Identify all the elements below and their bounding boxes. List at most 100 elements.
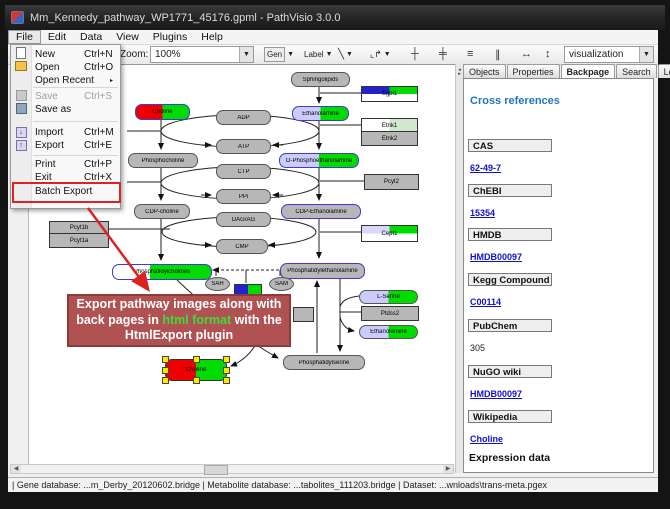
chevron-down-icon[interactable]: ▼ <box>287 51 294 58</box>
distribute-horizontal-icon[interactable]: ≡ <box>460 46 480 62</box>
link-cas[interactable]: 62-49-7 <box>470 163 501 173</box>
node-atp[interactable]: ATP <box>216 139 271 154</box>
label-tool-button[interactable]: Label <box>304 50 324 59</box>
distribute-vertical-icon[interactable]: ∥ <box>488 46 508 62</box>
chevron-down-icon[interactable]: ▼ <box>346 51 353 58</box>
menu-item-open[interactable]: Open Ctrl+O <box>11 61 120 73</box>
menu-plugins[interactable]: Plugins <box>146 30 194 44</box>
node-choline-selected[interactable]: Choline <box>165 359 227 381</box>
gene-ptdss2[interactable]: Ptdss2 <box>361 306 419 321</box>
align-center-y-icon[interactable]: ╪ <box>432 46 454 62</box>
link-kegg[interactable]: C00114 <box>470 297 501 307</box>
menu-item-open-recent[interactable]: Open Recent ▸ <box>11 74 120 86</box>
node-phosphatidylserine[interactable]: Phosphatidylserine <box>283 355 365 370</box>
menu-help[interactable]: Help <box>194 30 230 44</box>
batch-export-highlight-box <box>12 182 121 203</box>
submenu-arrow-icon: ▸ <box>110 77 120 84</box>
gene-pcyt2[interactable]: Pcyt2 <box>364 174 419 190</box>
node-phosphatidylethanolamine[interactable]: Phosphatidylethanolamine <box>280 263 365 279</box>
node-adp[interactable]: ADP <box>216 110 271 125</box>
selection-handle[interactable] <box>193 377 200 384</box>
zoom-label: Zoom: <box>120 46 148 62</box>
node-phosphocholine[interactable]: Phosphocholine <box>128 153 198 168</box>
section-chebi: ChEBI <box>468 184 552 197</box>
selection-handle[interactable] <box>162 356 169 363</box>
node-o-phosphoethanolamine[interactable]: O-Phosphoethanolamine <box>279 153 359 168</box>
node-sam[interactable]: SAM <box>269 277 294 291</box>
zoom-value: 100% <box>151 49 239 60</box>
menu-item-save[interactable]: Save Ctrl+S <box>11 90 120 102</box>
node-choline[interactable]: Choline <box>135 104 190 120</box>
menu-item-export[interactable]: ↑ Export Ctrl+E <box>11 139 120 151</box>
link-wikipedia[interactable]: Choline <box>470 434 503 444</box>
menu-separator <box>33 87 118 88</box>
section-hmdb: HMDB <box>468 228 552 241</box>
selection-handle[interactable] <box>162 367 169 374</box>
line-tool[interactable]: ╲▼ <box>338 46 353 62</box>
menu-item-print[interactable]: Print Ctrl+P <box>11 158 120 170</box>
app-frame: File Edit Data View Plugins Help Zoom: 1… <box>8 30 658 492</box>
gene-pcyt1a[interactable]: Pcyt1a <box>49 233 109 248</box>
tab-search[interactable]: Search <box>616 64 657 78</box>
zoom-combobox[interactable]: 100% ▼ <box>150 46 254 63</box>
gene-etnk2[interactable]: Etnk2 <box>361 131 418 146</box>
common-height-icon[interactable]: ↕ <box>538 46 558 62</box>
node-dag[interactable]: DAG/AG <box>216 212 271 227</box>
sidebar-tabs: Objects Properties Backpage Search Legen… <box>463 64 670 78</box>
node-sphingolipids[interactable]: Sphingolipids <box>291 72 350 87</box>
label-tool[interactable]: Label ▼ <box>304 46 333 62</box>
save-as-icon <box>11 103 31 116</box>
node-ppi[interactable]: PPi <box>216 189 271 204</box>
link-chebi[interactable]: 15354 <box>470 208 495 218</box>
menu-data[interactable]: Data <box>73 30 109 44</box>
menu-file[interactable]: File <box>8 30 41 44</box>
new-document-icon <box>11 47 31 61</box>
app-icon <box>11 11 24 24</box>
callout-highlight: html format <box>162 313 231 327</box>
connector-tool[interactable]: ⌞↱▼ <box>370 46 391 62</box>
node-ctp[interactable]: CTP <box>216 164 271 179</box>
chevron-down-icon[interactable]: ▼ <box>239 47 253 62</box>
tab-objects[interactable]: Objects <box>463 64 506 78</box>
menu-item-new[interactable]: New Ctrl+N <box>11 48 120 60</box>
menu-item-import[interactable]: ↓ Import Ctrl+M <box>11 126 120 138</box>
selection-handle[interactable] <box>193 356 200 363</box>
selection-handle[interactable] <box>223 367 230 374</box>
node-ethanolamine-2[interactable]: Ethanolamine <box>359 325 418 339</box>
save-icon <box>11 90 31 103</box>
link-nugo[interactable]: HMDB00097 <box>470 389 522 399</box>
node-ethanolamine[interactable]: Ethanolamine <box>292 106 349 121</box>
tab-properties[interactable]: Properties <box>507 64 560 78</box>
backpage-panel: Cross references CAS 62-49-7 ChEBI 15354… <box>463 78 654 473</box>
align-center-x-icon[interactable]: ┼ <box>404 46 426 62</box>
gene-node-button[interactable]: Gen <box>264 47 285 62</box>
tab-backpage[interactable]: Backpage <box>561 64 616 78</box>
scroll-left-icon[interactable]: ◀ <box>11 465 21 473</box>
title-bar[interactable]: Mm_Kennedy_pathway_WP1771_45176.gpml - P… <box>5 5 665 30</box>
node-cmp[interactable]: CMP <box>216 239 268 254</box>
selection-handle[interactable] <box>223 377 230 384</box>
gene-sgpl1[interactable]: Sgpl1 <box>361 86 418 102</box>
selection-handle[interactable] <box>223 356 230 363</box>
node-cdp-choline[interactable]: CDP-choline <box>134 204 190 219</box>
chevron-down-icon[interactable]: ▼ <box>384 51 391 58</box>
menu-view[interactable]: View <box>109 30 146 44</box>
gene-node-tool[interactable]: Gen ▼ <box>264 46 294 62</box>
common-width-icon[interactable]: ↔ <box>514 46 539 62</box>
link-hmdb[interactable]: HMDB00097 <box>470 252 522 262</box>
menu-edit[interactable]: Edit <box>41 30 73 44</box>
gene-box-partially-hidden-2[interactable] <box>293 307 314 322</box>
node-cdp-ethanolamine[interactable]: CDP-Ethanolamine <box>281 204 361 219</box>
chevron-down-icon[interactable]: ▼ <box>639 47 653 62</box>
gene-cept1[interactable]: Cept1 <box>361 225 418 242</box>
section-nugo: NuGO wiki <box>468 365 552 378</box>
menu-item-save-as[interactable]: Save as <box>11 103 120 115</box>
selection-handle[interactable] <box>162 377 169 384</box>
cross-references-heading: Cross references <box>470 95 560 107</box>
tab-legend[interactable]: Legend <box>658 64 670 78</box>
node-phosphatidylcholines[interactable]: Phosphatidylcholines <box>112 264 212 280</box>
node-sah[interactable]: SAH <box>205 277 230 291</box>
visualization-combobox[interactable]: visualization ▼ <box>564 46 654 63</box>
node-l-serine[interactable]: L-Serine <box>359 290 418 304</box>
chevron-down-icon[interactable]: ▼ <box>326 51 333 58</box>
